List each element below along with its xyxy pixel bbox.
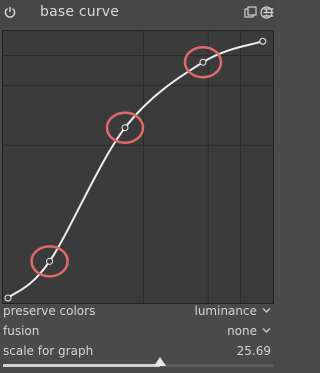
menu-icon[interactable] xyxy=(262,6,275,19)
fusion-row[interactable]: fusion none xyxy=(0,321,276,341)
scale-slider[interactable] xyxy=(3,364,273,367)
chevron-down-icon[interactable] xyxy=(262,307,271,314)
chevron-down-icon[interactable] xyxy=(262,327,271,334)
curve-node xyxy=(259,37,267,45)
preserve-colors-value[interactable]: luminance xyxy=(194,301,257,321)
scale-value[interactable]: 25.69 xyxy=(237,341,271,361)
preserve-colors-label: preserve colors xyxy=(3,304,96,318)
base-curve-line xyxy=(7,40,264,299)
module-header: base curve xyxy=(0,0,276,28)
scale-slider-fill xyxy=(3,364,160,367)
scale-row[interactable]: scale for graph 25.69 xyxy=(0,341,276,361)
curve-node xyxy=(121,124,129,132)
curve-node xyxy=(46,257,54,265)
scale-label: scale for graph xyxy=(3,344,94,358)
power-icon[interactable] xyxy=(4,6,16,18)
module-title: base curve xyxy=(40,4,120,20)
curve-graph[interactable] xyxy=(2,30,274,304)
curve-canvas[interactable] xyxy=(3,31,273,303)
presets-icon[interactable] xyxy=(244,6,257,19)
slider-handle-icon[interactable] xyxy=(153,357,166,366)
preserve-colors-row[interactable]: preserve colors luminance xyxy=(0,301,276,321)
fusion-value[interactable]: none xyxy=(227,321,257,341)
curve-node xyxy=(199,58,207,66)
fusion-label: fusion xyxy=(3,324,40,338)
